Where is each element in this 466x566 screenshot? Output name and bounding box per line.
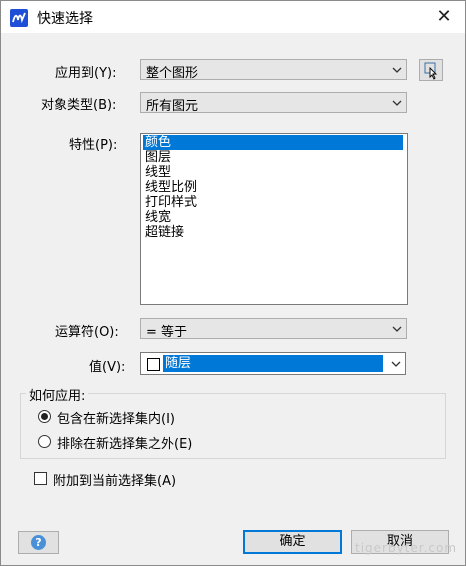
property-item-hyperlink[interactable]: 超链接 — [143, 225, 186, 240]
value-select[interactable]: 随层 — [140, 352, 406, 375]
include-label[interactable]: 包含在新选择集内(I) — [57, 408, 175, 427]
object-type-value: 所有图元 — [146, 99, 199, 114]
title-bar: 快速选择 ✕ — [1, 1, 465, 33]
append-label[interactable]: 附加到当前选择集(A) — [53, 470, 176, 489]
operator-select[interactable]: = 等于 — [140, 318, 407, 340]
object-type-select[interactable]: 所有图元 — [140, 92, 407, 114]
append-checkbox[interactable] — [34, 472, 47, 485]
object-type-label: 对象类型(B): — [41, 98, 117, 113]
property-item-color[interactable]: 颜色 — [143, 135, 403, 150]
how-to-apply-label: 如何应用: — [26, 385, 89, 404]
property-item-linetype[interactable]: 线型 — [143, 165, 173, 180]
properties-listbox[interactable]: 颜色 图层 线型 线型比例 打印样式 线宽 超链接 — [140, 133, 408, 305]
chevron-down-icon — [392, 100, 402, 106]
apply-to-value: 整个图形 — [146, 66, 199, 81]
apply-to-select[interactable]: 整个图形 — [140, 59, 407, 81]
app-logo-icon — [10, 9, 28, 27]
property-item-linetype-scale[interactable]: 线型比例 — [143, 180, 199, 195]
value-text: 随层 — [163, 355, 383, 372]
help-icon: ? — [31, 535, 46, 550]
help-button[interactable]: ? — [18, 531, 59, 554]
properties-label: 特性(P): — [69, 138, 118, 153]
quick-select-dialog: 快速选择 ✕ 应用到(Y): 整个图形 对象类型(B): 所有图元 特性(P):… — [0, 0, 466, 566]
color-swatch — [147, 358, 160, 371]
select-objects-icon — [424, 62, 438, 80]
watermark: tigerbyter.com — [355, 541, 458, 555]
select-objects-button[interactable] — [419, 59, 443, 81]
dialog-title: 快速选择 — [37, 11, 93, 27]
property-item-lineweight[interactable]: 线宽 — [143, 210, 173, 225]
apply-to-label: 应用到(Y): — [55, 66, 117, 81]
chevron-down-icon — [391, 361, 401, 367]
chevron-down-icon — [392, 326, 402, 332]
property-item-layer[interactable]: 图层 — [143, 150, 173, 165]
chevron-down-icon — [392, 67, 402, 73]
exclude-label[interactable]: 排除在新选择集之外(E) — [57, 433, 192, 452]
ok-button[interactable]: 确定 — [243, 530, 342, 554]
close-icon[interactable]: ✕ — [426, 3, 462, 31]
property-item-plot-style[interactable]: 打印样式 — [143, 195, 199, 210]
exclude-radio[interactable] — [38, 435, 51, 448]
operator-value: = 等于 — [146, 325, 188, 340]
operator-label: 运算符(O): — [55, 325, 119, 340]
include-radio[interactable] — [38, 410, 51, 423]
value-label: 值(V): — [89, 360, 126, 375]
